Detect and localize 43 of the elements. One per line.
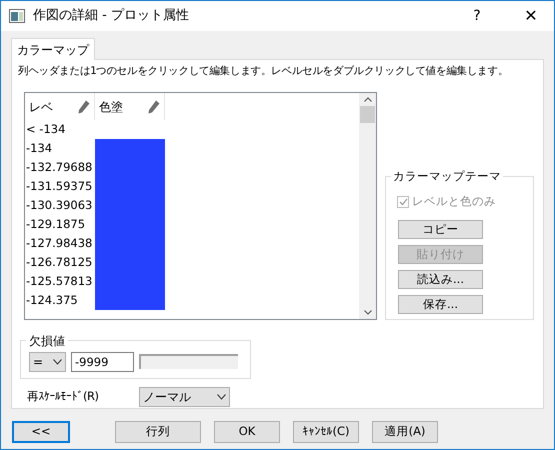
scrollbar[interactable] bbox=[359, 93, 376, 319]
column-header[interactable]: 色塗 bbox=[95, 93, 165, 120]
rescale-label: 再ｽｹｰﾙﾓｰﾄﾞ(R) bbox=[27, 388, 100, 406]
pencil-icon bbox=[78, 100, 90, 114]
level-cell[interactable]: -127.98438 bbox=[25, 234, 95, 253]
color-cell[interactable] bbox=[95, 291, 165, 310]
operator-dropdown[interactable]: = bbox=[29, 352, 66, 372]
theme-button[interactable]: 保存... bbox=[398, 295, 483, 314]
level-cell[interactable]: -132.79688 bbox=[25, 158, 95, 177]
level-cell[interactable]: -134 bbox=[25, 139, 95, 158]
column-header[interactable]: レベ bbox=[25, 93, 95, 120]
level-cell[interactable]: -131.59375 bbox=[25, 177, 95, 196]
level-cell[interactable]: -126.78125 bbox=[25, 253, 95, 272]
checkbox-label: レベルと色のみ bbox=[412, 193, 496, 210]
app-icon bbox=[9, 9, 25, 23]
level-cell[interactable]: < -134 bbox=[25, 120, 95, 139]
chevron-icon bbox=[53, 358, 62, 364]
chevron-icon bbox=[217, 394, 226, 400]
level-cell[interactable]: -125.57813 bbox=[25, 272, 95, 291]
theme-button[interactable]: コピー bbox=[398, 220, 483, 240]
theme-button[interactable]: 読込み... bbox=[398, 270, 483, 290]
pencil-icon bbox=[148, 100, 160, 114]
color-cell[interactable] bbox=[95, 139, 165, 158]
window-title: 作図の詳細 - プロット属性 bbox=[33, 7, 189, 26]
scroll-down-icon[interactable] bbox=[364, 310, 372, 315]
dialog-button[interactable]: OK bbox=[214, 421, 280, 443]
dialog-button[interactable]: 行列 bbox=[115, 421, 201, 443]
color-swatch[interactable] bbox=[139, 354, 238, 369]
value-field[interactable]: -9999 bbox=[71, 352, 134, 372]
level-cell[interactable]: -124.375 bbox=[25, 291, 95, 310]
dialog-button[interactable]: << bbox=[12, 421, 70, 443]
help-button[interactable]: ? bbox=[454, 6, 500, 26]
rescale-dropdown[interactable]: ノーマル bbox=[139, 387, 230, 407]
dialog-button[interactable]: 適用(A) bbox=[372, 421, 438, 443]
close-button[interactable]: ✕ bbox=[508, 4, 554, 28]
level-cell[interactable]: -129.1875 bbox=[25, 215, 95, 234]
scroll-thumb[interactable] bbox=[360, 106, 375, 123]
group-title: 欠損値 bbox=[26, 332, 68, 350]
instruction-text: 列ヘッダまたは1つのセルをクリックして編集します。レベルセルをダブルクリックして値を編集します。 bbox=[18, 64, 508, 79]
tab[interactable]: カラーマップ bbox=[11, 38, 95, 60]
dialog-button[interactable]: ｷｬﾝｾﾙ(C) bbox=[293, 421, 359, 443]
level-cell[interactable]: -130.39063 bbox=[25, 196, 95, 215]
scroll-up-icon[interactable] bbox=[364, 97, 372, 102]
